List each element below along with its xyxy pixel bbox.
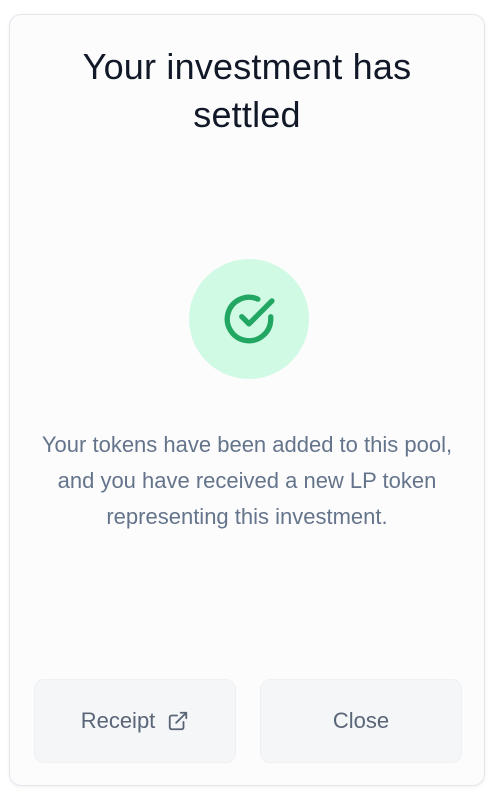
settlement-message: Your tokens have been added to this pool… (41, 432, 453, 529)
modal-title: Your investment has settled (82, 46, 412, 135)
settlement-modal: Your investment has settled Your tokens … (9, 14, 485, 786)
external-link-icon (167, 710, 189, 732)
receipt-button[interactable]: Receipt (34, 679, 236, 763)
check-circle-icon (220, 290, 278, 348)
close-button-label: Close (332, 708, 390, 733)
close-button[interactable]: Close (260, 679, 462, 763)
success-badge (189, 259, 309, 379)
receipt-button-label: Receipt (80, 708, 156, 733)
